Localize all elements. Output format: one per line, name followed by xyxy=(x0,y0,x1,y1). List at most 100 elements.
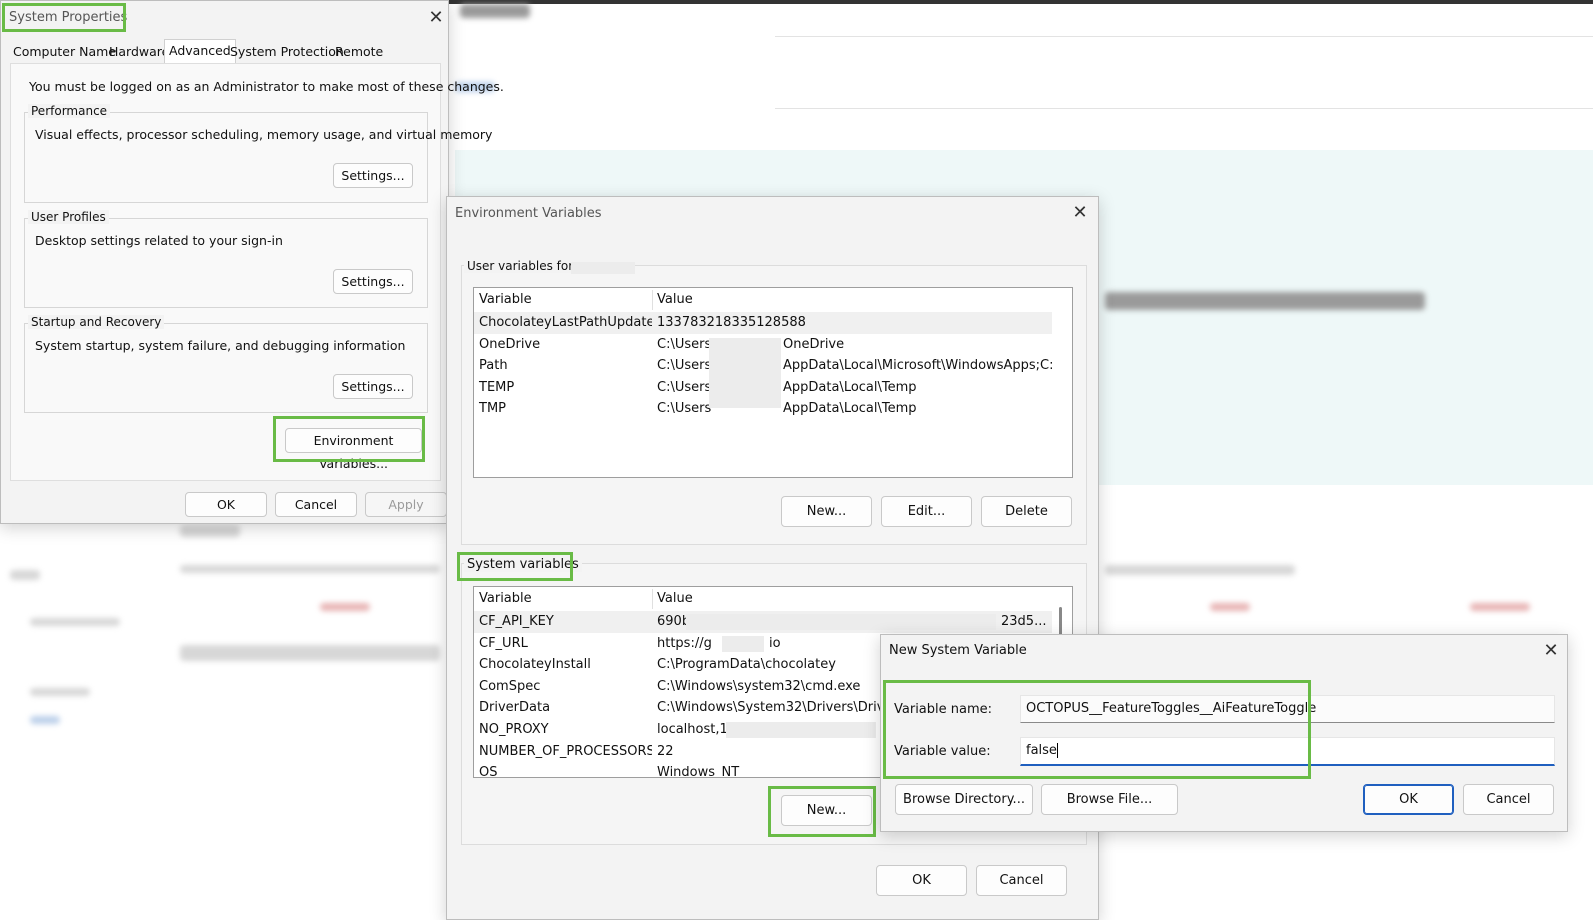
system-properties-cancel-button[interactable]: Cancel xyxy=(275,492,357,517)
background-blurred-text xyxy=(10,570,40,580)
variable-value-cell: C:\Users\ xyxy=(657,379,712,395)
system-new-button[interactable]: New... xyxy=(781,795,872,826)
background-blurred-text xyxy=(1210,603,1250,611)
variable-name-cell: ComSpec xyxy=(479,678,541,694)
system-properties-window: System Properties ✕ Computer Name Hardwa… xyxy=(0,0,504,524)
close-icon[interactable]: ✕ xyxy=(425,7,447,29)
startup-recovery-settings-button[interactable]: Settings... xyxy=(333,374,413,399)
variable-name-cell: NUMBER_OF_PROCESSORS xyxy=(479,743,652,759)
close-icon[interactable]: ✕ xyxy=(1540,640,1562,662)
variable-value-tail: AppData\Local\Temp xyxy=(783,401,917,417)
user-profiles-settings-button[interactable]: Settings... xyxy=(333,269,413,294)
performance-label: Performance xyxy=(28,104,111,118)
variable-value-tail: 23d5... xyxy=(1001,614,1047,629)
new-variable-ok-button[interactable]: OK xyxy=(1363,784,1454,815)
column-header-value[interactable]: Value xyxy=(652,288,1052,312)
system-properties-title: System Properties xyxy=(9,10,128,25)
variable-value-cell: C:\Users\ xyxy=(657,336,712,352)
variable-value-tail: AppData\Local\Microsoft\WindowsApps;C:..… xyxy=(783,358,1052,374)
redacted-url xyxy=(722,636,764,652)
variable-name-cell: DriverData xyxy=(479,700,551,716)
close-icon[interactable]: ✕ xyxy=(1069,202,1091,224)
background-blurred-text xyxy=(320,603,370,611)
startup-recovery-description: System startup, system failure, and debu… xyxy=(35,338,406,353)
user-variables-label: User variables for xyxy=(464,259,577,273)
variable-name-cell: Path xyxy=(479,358,508,374)
variable-value-field[interactable]: false xyxy=(1020,737,1555,766)
variable-name-cell: TEMP xyxy=(479,379,515,395)
user-profiles-group xyxy=(24,218,428,308)
tab-advanced[interactable]: Advanced xyxy=(164,39,236,63)
new-system-variable-dialog: New System Variable ✕ Variable name: OCT… xyxy=(880,634,1568,832)
user-new-button[interactable]: New... xyxy=(781,496,872,527)
variable-name-value: OCTOPUS__FeatureToggles__AiFeatureToggle xyxy=(1026,701,1317,716)
background-blurred-text xyxy=(30,618,120,626)
variable-value-value: false xyxy=(1026,743,1057,758)
startup-recovery-label: Startup and Recovery xyxy=(28,315,165,329)
tab-computer-name[interactable]: Computer Name xyxy=(9,41,120,63)
variable-name-cell: ChocolateyLastPathUpdate xyxy=(479,315,652,330)
browse-directory-button[interactable]: Browse Directory... xyxy=(895,784,1033,815)
background-blurred-text xyxy=(30,688,90,696)
variable-name-label: Variable name: xyxy=(894,702,993,717)
variable-name-cell: OneDrive xyxy=(479,336,541,352)
environment-variables-ok-button[interactable]: OK xyxy=(876,865,967,896)
variable-name-cell: ChocolateyInstall xyxy=(479,657,591,673)
variable-value-cell: C:\Users\ xyxy=(657,358,712,374)
environment-variables-button[interactable]: Environment Variables... xyxy=(285,428,422,471)
system-properties-apply-button[interactable]: Apply xyxy=(365,492,447,517)
variable-name-cell: NO_PROXY xyxy=(479,722,549,737)
text-caret xyxy=(1056,743,1058,758)
environment-variables-title: Environment Variables xyxy=(455,206,602,221)
background-blurred-text xyxy=(180,565,440,573)
variable-value-tail: OneDrive xyxy=(783,336,845,352)
user-variables-list[interactable]: Variable Value ChocolateyLastPathUpdate … xyxy=(473,287,1073,478)
background-blurred-text xyxy=(460,4,530,18)
variable-value-cell: https://g xyxy=(657,635,712,651)
tab-system-protection[interactable]: System Protection xyxy=(226,41,348,63)
table-row[interactable]: ChocolateyLastPathUpdate 133783218335128… xyxy=(474,312,1052,334)
system-properties-ok-button[interactable]: OK xyxy=(185,492,267,517)
background-blurred-text xyxy=(180,645,440,661)
environment-variables-cancel-button[interactable]: Cancel xyxy=(976,865,1067,896)
admin-note: You must be logged on as an Administrato… xyxy=(29,79,504,94)
variable-value-cell: C:\Users\ xyxy=(657,401,712,417)
variable-name-cell: OS xyxy=(479,765,498,778)
background-blurred-text xyxy=(1105,565,1295,575)
background-blurred-text xyxy=(30,716,60,724)
variable-value-label: Variable value: xyxy=(894,744,991,759)
startup-recovery-group xyxy=(24,323,428,413)
column-header-variable[interactable]: Variable xyxy=(474,288,652,312)
performance-settings-button[interactable]: Settings... xyxy=(333,163,413,188)
system-list-scrollbar[interactable] xyxy=(1059,607,1062,637)
variable-value-tail: AppData\Local\Temp xyxy=(783,379,917,395)
performance-group xyxy=(24,112,428,203)
new-variable-cancel-button[interactable]: Cancel xyxy=(1463,784,1554,815)
list-header: Variable Value xyxy=(474,288,1072,312)
background-blurred-text xyxy=(1470,603,1530,611)
user-delete-button[interactable]: Delete xyxy=(981,496,1072,527)
variable-value-cell: 133783218335128588 xyxy=(657,315,806,330)
redacted-username-block xyxy=(709,338,781,408)
background-divider xyxy=(775,108,1593,109)
variable-value-tail: io xyxy=(769,635,781,651)
tab-remote[interactable]: Remote xyxy=(331,41,387,63)
redacted-username xyxy=(571,262,635,274)
column-header-value[interactable]: Value xyxy=(652,587,1052,611)
advanced-tab-panel: You must be logged on as an Administrato… xyxy=(10,63,504,481)
variable-name-cell: CF_API_KEY xyxy=(479,614,554,629)
column-header-variable[interactable]: Variable xyxy=(474,587,652,611)
redacted-api-key xyxy=(686,614,996,630)
background-blurred-text xyxy=(180,525,240,537)
variable-name-field[interactable]: OCTOPUS__FeatureToggles__AiFeatureToggle xyxy=(1020,695,1555,723)
system-variables-label: System variables xyxy=(464,557,582,572)
variable-name-cell: CF_URL xyxy=(479,635,528,651)
browse-file-button[interactable]: Browse File... xyxy=(1041,784,1178,815)
user-edit-button[interactable]: Edit... xyxy=(881,496,972,527)
user-profiles-label: User Profiles xyxy=(28,210,109,224)
background-divider xyxy=(775,36,1593,37)
list-header: Variable Value xyxy=(474,587,1072,611)
redacted-no-proxy xyxy=(726,722,876,738)
user-profiles-description: Desktop settings related to your sign-in xyxy=(35,233,283,248)
background-blurred-heading xyxy=(1105,292,1425,310)
